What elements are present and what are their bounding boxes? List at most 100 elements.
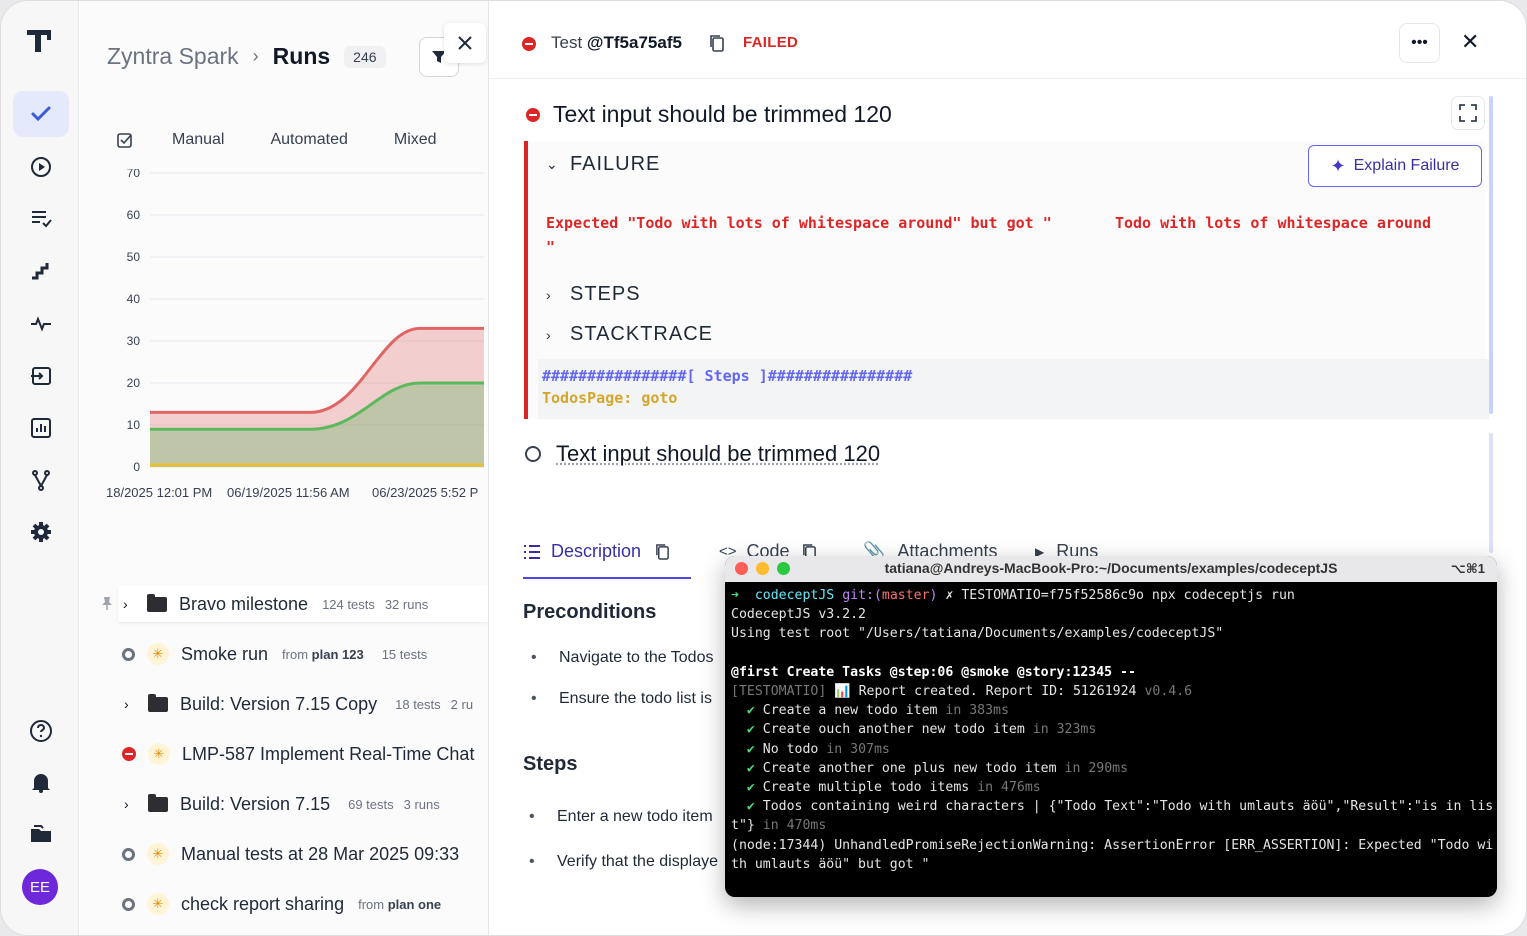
x-tick-label: 06/19/2025 11:56 AM — [227, 485, 350, 500]
failure-section-toggle[interactable]: ⌄ FAILURE — [546, 153, 660, 176]
failure-heading: FAILURE — [570, 153, 661, 175]
stacktrace-section-toggle[interactable]: › STACKTRACE — [546, 323, 713, 346]
manual-run-icon: ✳ — [147, 893, 169, 915]
steps-nav-icon[interactable] — [13, 248, 69, 294]
close-runs-panel-button[interactable] — [444, 23, 486, 63]
status-skipped-icon — [122, 897, 135, 911]
terminal-titlebar[interactable]: tatiana@Andreys-MacBook-Pro:~/Documents/… — [725, 556, 1497, 582]
manual-run-icon: ✳ — [148, 743, 170, 765]
fullscreen-button[interactable] — [1451, 96, 1485, 130]
analytics-nav-icon[interactable] — [13, 405, 69, 451]
user-avatar[interactable]: EE — [22, 869, 58, 905]
tests-nav-icon[interactable] — [13, 91, 69, 137]
list-item[interactable]: ✳ check report sharing from plan one — [80, 886, 488, 922]
list-item[interactable]: › Bravo milestone 124 tests 32 runs — [118, 586, 488, 622]
tab-mixed[interactable]: Mixed — [394, 131, 437, 149]
chevron-down-icon: ⌄ — [546, 156, 559, 172]
steps-heading: Steps — [523, 753, 578, 775]
run-meta: 124 tests — [322, 596, 375, 612]
run-meta: 32 runs — [384, 596, 429, 612]
pin-icon[interactable] — [100, 596, 114, 610]
run-plan: from plan 123 — [282, 646, 364, 662]
chevron-right-icon[interactable]: › — [124, 696, 136, 712]
scrollbar[interactable] — [1489, 433, 1493, 553]
project-name[interactable]: Zyntra Spark — [107, 43, 239, 70]
pulse-nav-icon[interactable] — [13, 301, 69, 347]
run-label: Build: Version 7.15 — [180, 793, 331, 814]
copy-icon[interactable] — [709, 34, 725, 52]
sparkles-icon: ✦ — [1330, 155, 1346, 176]
runs-count-badge: 246 — [344, 45, 386, 68]
steps-section-toggle[interactable]: › STEPS — [546, 283, 641, 306]
test-result-2[interactable]: Text input should be trimmed 120 — [525, 441, 880, 467]
app-logo-icon[interactable] — [25, 27, 55, 55]
y-tick-label: 0 — [133, 460, 140, 474]
tab-description[interactable]: Description — [523, 541, 670, 562]
run-label: Build: Version 7.15 Copy — [180, 693, 378, 714]
manual-run-icon: ✳ — [147, 643, 169, 665]
test-result-title[interactable]: Text input should be trimmed 120 — [556, 441, 880, 467]
chevron-right-icon[interactable]: › — [124, 796, 136, 812]
terminal-output[interactable]: ➜ codeceptJS git:(master) ✗ TESTOMATIO=f… — [725, 582, 1497, 878]
more-options-button[interactable]: ••• — [1399, 23, 1440, 63]
run-type-tabs: Manual Automated Mixed — [116, 131, 437, 149]
run-label: check report sharing — [181, 893, 345, 914]
settings-nav-icon[interactable] — [13, 509, 69, 555]
help-nav-icon[interactable] — [13, 708, 69, 754]
import-nav-icon[interactable] — [13, 353, 69, 399]
breadcrumb-chevron-icon: › — [252, 46, 259, 66]
tab-automated[interactable]: Automated — [270, 131, 347, 149]
terminal-shortcut: ⌥⌘1 — [1450, 561, 1485, 576]
list-item[interactable]: ✳ Smoke run from plan 123 15 tests — [80, 636, 488, 672]
status-failed-icon — [526, 108, 540, 122]
explain-failure-button[interactable]: ✦ Explain Failure — [1308, 145, 1482, 187]
close-detail-button[interactable]: ✕ — [1461, 29, 1479, 55]
y-tick-label: 60 — [127, 208, 141, 222]
detail-header: Test @Tf5a75af5 FAILED ••• ✕ — [489, 1, 1526, 79]
copy-icon[interactable] — [655, 543, 670, 560]
explain-failure-label: Explain Failure — [1353, 157, 1460, 174]
run-label: Bravo milestone — [179, 593, 309, 614]
run-meta: 15 tests — [381, 646, 428, 662]
branches-nav-icon[interactable] — [13, 457, 69, 503]
chevron-right-icon: › — [546, 286, 552, 303]
y-tick-label: 50 — [127, 250, 141, 264]
list-item[interactable]: ✳ LMP-587 Implement Real-Time Chat — [80, 736, 488, 772]
run-meta: 2 ru — [450, 696, 474, 712]
status-skipped-icon — [122, 847, 135, 861]
terminal-window[interactable]: tatiana@Andreys-MacBook-Pro:~/Documents/… — [725, 556, 1497, 897]
list-item: Ensure the todo list is — [531, 690, 712, 708]
failure-box: ⌄ FAILURE ✦ Explain Failure Expected "To… — [524, 141, 1489, 419]
run-label: Manual tests at 28 Mar 2025 09:33 — [181, 843, 460, 864]
notifications-bell-icon[interactable] — [13, 759, 69, 805]
list-item[interactable]: ✳ Manual tests at 28 Mar 2025 09:33 — [80, 836, 488, 872]
run-meta: 69 tests — [348, 796, 394, 812]
terminal-title: tatiana@Andreys-MacBook-Pro:~/Documents/… — [884, 560, 1338, 576]
folder-icon — [148, 793, 168, 812]
chevron-right-icon: › — [546, 326, 552, 343]
status-skipped-icon — [122, 647, 135, 661]
list-item[interactable]: › Build: Version 7.15 Copy 18 tests 2 ru — [80, 686, 488, 722]
y-tick-label: 10 — [127, 418, 141, 432]
list-item[interactable]: › Build: Version 7.15 69 tests 3 runs — [80, 786, 488, 822]
test-result-title[interactable]: Text input should be trimmed 120 — [553, 101, 892, 128]
steps-output: ################[ Steps ]###############… — [538, 359, 1489, 419]
checklist-icon[interactable] — [116, 131, 134, 149]
projects-folder-icon[interactable] — [13, 811, 69, 857]
scrollbar[interactable] — [1489, 96, 1493, 414]
plans-nav-icon[interactable] — [13, 195, 69, 241]
stacktrace-heading: STACKTRACE — [570, 323, 713, 345]
nav-rail: EE — [1, 1, 79, 935]
chevron-right-icon[interactable]: › — [123, 596, 135, 612]
folder-icon — [148, 693, 168, 712]
run-meta: 18 tests — [395, 696, 441, 712]
active-tab-indicator — [523, 577, 691, 579]
preconditions-heading: Preconditions — [523, 601, 657, 623]
list-item: Verify that the displaye — [529, 853, 718, 871]
breadcrumb: Zyntra Spark › Runs 246 — [107, 43, 386, 70]
runs-nav-icon[interactable] — [13, 144, 69, 190]
tab-manual[interactable]: Manual — [172, 131, 224, 149]
close-icon — [458, 36, 472, 50]
status-failed-icon — [122, 747, 136, 761]
status-failed-icon — [522, 37, 536, 51]
